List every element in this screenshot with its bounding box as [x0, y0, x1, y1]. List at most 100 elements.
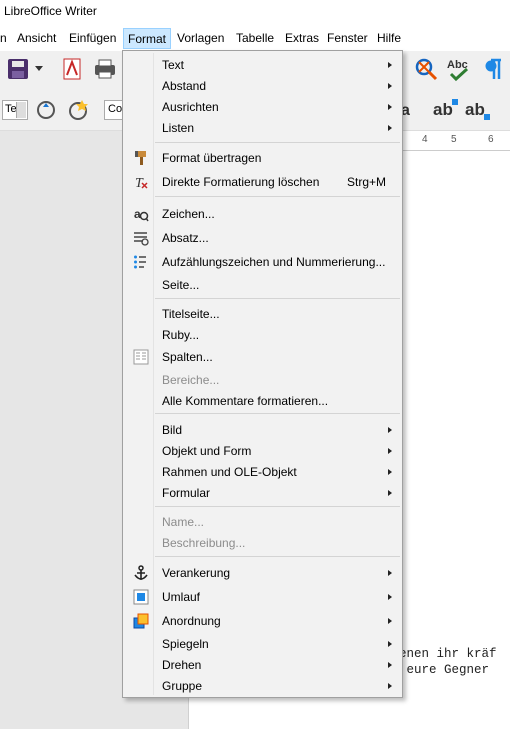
menu-item-bereiche: Bereiche... [123, 370, 402, 390]
paragraph-icon [133, 230, 149, 246]
title-bar: LibreOffice Writer [0, 0, 510, 26]
menu-separator [155, 413, 400, 414]
menu-item-absatz[interactable]: Absatz... [123, 228, 402, 248]
save-icon[interactable] [6, 57, 30, 81]
menu-tabelle[interactable]: Tabelle [236, 31, 274, 49]
find-replace-icon[interactable] [413, 56, 439, 82]
font-name-value: Co [108, 103, 123, 115]
menu-item-label: Umlauf [162, 590, 201, 604]
superscript-icon[interactable]: ab [432, 96, 460, 124]
menu-item-rahmen-und-ole[interactable]: Rahmen und OLE-Objekt [123, 462, 402, 482]
menu-item-label: Aufzählungszeichen und Nummerierung... [162, 255, 386, 269]
menu-item-objekt-und-form[interactable]: Objekt und Form [123, 441, 402, 461]
menu-item-anordnung[interactable]: Anordnung [123, 611, 402, 631]
menu-fenster[interactable]: Fenster [327, 31, 368, 49]
submenu-arrow-icon [388, 490, 392, 496]
menu-item-titelseite[interactable]: Titelseite... [123, 304, 402, 324]
menu-item-beschreibung: Beschreibung... [123, 533, 402, 553]
menu-file-partial[interactable]: n [0, 31, 7, 49]
spellcheck-icon[interactable]: Abc [446, 55, 472, 83]
menu-item-label: Spiegeln [162, 637, 209, 651]
menu-bar: n Ansicht Einfügen Format Vorlagen Tabel… [0, 26, 510, 51]
menu-item-umlauf[interactable]: Umlauf [123, 587, 402, 607]
menu-item-zeichen[interactable]: a Zeichen... [123, 204, 402, 224]
subscript-icon[interactable]: ab [464, 96, 492, 124]
arrange-icon [133, 613, 149, 629]
menu-item-ausrichten[interactable]: Ausrichten [123, 97, 402, 117]
submenu-arrow-icon [388, 618, 392, 624]
menu-item-label: Absatz... [162, 231, 209, 245]
save-dropdown-icon[interactable] [34, 63, 44, 75]
submenu-arrow-icon [388, 469, 392, 475]
menu-item-label: Beschreibung... [162, 536, 246, 550]
window-title: LibreOffice Writer [4, 4, 97, 18]
update-style-icon[interactable] [34, 98, 58, 122]
menu-item-listen[interactable]: Listen [123, 118, 402, 138]
menu-item-text[interactable]: Text [123, 55, 402, 75]
menu-item-gruppe[interactable]: Gruppe [123, 676, 402, 696]
menu-item-label: Direkte Formatierung löschen [162, 175, 320, 189]
anchor-icon [133, 565, 149, 581]
submenu-arrow-icon [388, 662, 392, 668]
menu-item-label: Seite... [162, 278, 200, 292]
menu-item-spiegeln[interactable]: Spiegeln [123, 634, 402, 654]
menu-separator [155, 196, 400, 197]
ruler-tick: 5 [451, 134, 457, 145]
menu-item-label: Spalten... [162, 350, 213, 364]
columns-icon [133, 349, 149, 365]
menu-item-alle-kommentare[interactable]: Alle Kommentare formatieren... [123, 391, 402, 411]
menu-item-label: Text [162, 58, 185, 72]
svg-text:ab: ab [433, 100, 453, 119]
menu-item-aufzaehlung[interactable]: Aufzählungszeichen und Nummerierung... [123, 252, 402, 272]
menu-hilfe[interactable]: Hilfe [377, 31, 401, 49]
menu-format[interactable]: Format [123, 28, 172, 49]
menu-item-label: Name... [162, 515, 205, 529]
menu-item-label: Listen [162, 121, 195, 135]
menu-extras[interactable]: Extras [285, 31, 319, 49]
menu-item-spalten[interactable]: Spalten... [123, 347, 402, 367]
menu-item-abstand[interactable]: Abstand [123, 76, 402, 96]
menu-item-format-uebertragen[interactable]: Format übertragen [123, 148, 402, 168]
new-style-icon[interactable] [66, 98, 90, 122]
shortcut-label: Strg+M [347, 175, 387, 189]
formatting-marks-icon[interactable] [480, 56, 506, 82]
paragraph-style-box[interactable]: Te [2, 100, 28, 120]
menu-item-label: Ruby... [162, 328, 200, 342]
character-icon: a [133, 206, 149, 222]
menu-item-label: Verankerung [162, 566, 231, 580]
menu-item-label: Ausrichten [162, 100, 219, 114]
menu-separator [155, 142, 400, 143]
svg-text:a: a [134, 207, 141, 221]
submenu-arrow-icon [388, 570, 392, 576]
menu-item-name: Name... [123, 512, 402, 532]
menu-separator [155, 506, 400, 507]
submenu-arrow-icon [388, 683, 392, 689]
paragraph-style-value: Te [5, 103, 17, 115]
menu-item-label: Rahmen und OLE-Objekt [162, 465, 297, 479]
chevron-down-icon[interactable] [16, 102, 26, 118]
menu-item-drehen[interactable]: Drehen [123, 655, 402, 675]
menu-einfuegen[interactable]: Einfügen [69, 31, 116, 49]
svg-text:ab: ab [465, 100, 485, 119]
menu-item-verankerung[interactable]: Verankerung [123, 563, 402, 583]
submenu-arrow-icon [388, 594, 392, 600]
menu-item-label: Formular [162, 486, 211, 500]
submenu-arrow-icon [388, 427, 392, 433]
menu-item-ruby[interactable]: Ruby... [123, 325, 402, 345]
menu-item-label: Anordnung [162, 614, 221, 628]
submenu-arrow-icon [388, 62, 392, 68]
menu-item-label: Titelseite... [162, 307, 220, 321]
print-icon[interactable] [92, 57, 118, 81]
menu-item-direkte-formatierung-loeschen[interactable]: T Direkte Formatierung löschen Strg+M [123, 172, 402, 192]
clear-formatting-icon: T [133, 174, 149, 191]
submenu-arrow-icon [388, 448, 392, 454]
menu-ansicht[interactable]: Ansicht [17, 31, 56, 49]
menu-separator [155, 298, 400, 299]
menu-item-bild[interactable]: Bild [123, 420, 402, 440]
menu-item-label: Zeichen... [162, 207, 215, 221]
menu-item-seite[interactable]: Seite... [123, 275, 402, 295]
menu-item-formular[interactable]: Formular [123, 483, 402, 503]
export-pdf-icon[interactable] [60, 57, 84, 81]
submenu-arrow-icon [388, 125, 392, 131]
menu-vorlagen[interactable]: Vorlagen [177, 31, 224, 49]
